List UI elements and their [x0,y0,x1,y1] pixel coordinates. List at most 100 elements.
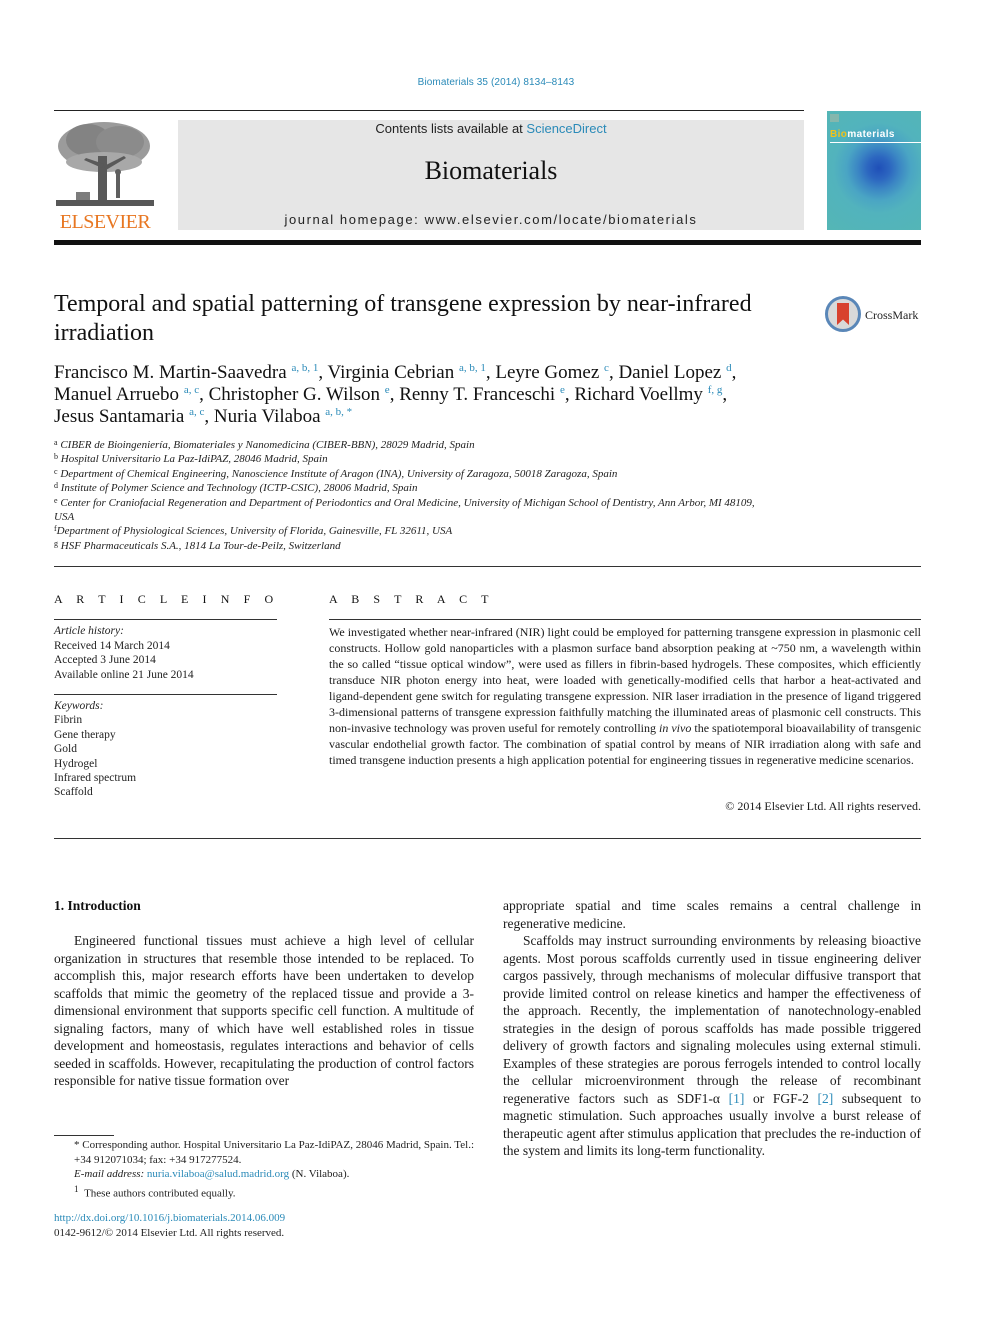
body-paragraph: appropriate spatial and time scales rema… [503,898,921,931]
keyword: Gold [54,743,77,756]
email-label: E-mail address: [74,1168,147,1180]
author-affiliation-marks[interactable]: a, b, 1 [459,362,486,374]
body-column-right: appropriate spatial and time scales rema… [503,897,921,1160]
article-history: Article history: Received 14 March 2014 … [54,624,277,682]
equal-contribution-text: These authors contributed equally. [84,1187,236,1200]
author[interactable]: Renny T. Franceschi e [399,384,565,405]
author-affiliation-marks[interactable]: d [726,362,732,374]
author[interactable]: Francisco M. Martin-Saavedra a, b, 1 [54,362,318,383]
elsevier-tree-icon [56,122,154,206]
author[interactable]: Virginia Cebrian a, b, 1 [328,362,486,383]
keyword: Fibrin [54,714,83,727]
journal-citation-link[interactable]: Biomaterials 35 (2014) 8134–8143 [0,77,992,88]
affiliation-key: g [54,538,58,548]
affiliation-key: d [54,481,58,491]
history-available-online: Available online 21 June 2014 [54,668,194,681]
journal-name: Biomaterials [424,156,558,185]
affiliation: e Center for Craniofacial Regeneration a… [54,496,774,525]
body-text-part: Scaffolds may instruct surrounding envir… [503,933,921,1106]
elsevier-wordmark: ELSEVIER [59,211,151,233]
author-name: Nuria Vilaboa [213,406,321,427]
author-list: Francisco M. Martin-Saavedra a, b, 1, Vi… [54,362,737,427]
elsevier-logo[interactable]: ELSEVIER [54,118,156,232]
affiliation-key: a [54,438,58,447]
affiliation-text: Department of Physiological Sciences, Un… [56,525,453,538]
crossmark-label: CrossMark [865,308,919,322]
header-thick-rule [54,240,921,245]
affiliation: fDepartment of Physiological Sciences, U… [54,524,774,538]
affiliation-text: Department of Chemical Engineering, Nano… [60,467,618,480]
keywords-label: Keywords: [54,700,104,712]
affiliation-text: Institute of Polymer Science and Technol… [60,482,418,495]
history-accepted: Accepted 3 June 2014 [54,654,156,666]
author-affiliation-marks[interactable]: a, c [184,384,199,396]
keywords: Keywords: Fibrin Gene therapy Gold Hydro… [54,699,277,800]
corresponding-author-note: * Corresponding author. Hospital Univers… [74,1139,474,1166]
author[interactable]: Christopher G. Wilson e [209,384,390,405]
contents-available-line: Contents lists available at ScienceDirec… [178,121,804,136]
footnotes: * Corresponding author. Hospital Univers… [54,1138,474,1201]
body-paragraph: Engineered functional tissues must achie… [54,933,474,1088]
article-info-heading: A R T I C L E I N F O [54,592,279,606]
author-name: Francisco M. Martin-Saavedra [54,362,287,383]
cover-publisher-badge-icon [830,114,839,122]
author[interactable]: Manuel Arruebo a, c [54,384,199,405]
body-paragraph: Scaffolds may instruct surrounding envir… [503,932,921,1160]
issn-copyright: 0142-9612/© 2014 Elsevier Ltd. All right… [54,1227,285,1239]
abstract-copyright: © 2014 Elsevier Ltd. All rights reserved… [725,799,921,813]
cover-title: Biomaterials [830,129,895,140]
affiliation: d Institute of Polymer Science and Techn… [54,481,774,495]
affiliation: b Hospital Universitario La Paz-IdiPAZ, … [54,452,774,466]
journal-header-box: Contents lists available at ScienceDirec… [178,120,804,230]
article-title: Temporal and spatial patterning of trans… [54,291,752,346]
affiliation-key: c [54,466,58,476]
author-name: Renny T. Franceschi [399,384,556,405]
author[interactable]: Daniel Lopez d [618,362,731,383]
footnote-rule [54,1135,114,1136]
contents-prefix: Contents lists available at [375,121,527,136]
author-name: Virginia Cebrian [327,362,455,383]
article-info-rule [54,619,277,620]
keyword: Gene therapy [54,728,116,741]
affiliation: c Department of Chemical Engineering, Na… [54,467,774,481]
equal-contribution-note: 1 These authors contributed equally. [54,1182,474,1201]
author-name: Richard Voellmy [574,384,703,405]
crossmark-ribbon-icon [837,303,849,325]
journal-cover-image[interactable]: Biomaterials [827,111,921,230]
abstract-text: We investigated whether near-infrared (N… [329,624,921,768]
header-top-rule [54,110,804,111]
author-affiliation-marks[interactable]: a, b, 1 [291,362,318,374]
author[interactable]: Nuria Vilaboa a, b, * [214,406,352,427]
abstract-italic-term: in vivo [659,721,692,735]
affiliation-text: Hospital Universitario La Paz-IdiPAZ, 28… [60,453,328,466]
reference-link[interactable]: [2] [818,1091,834,1106]
keyword: Hydrogel [54,757,98,770]
author-affiliation-marks[interactable]: a, b, * [325,406,352,418]
author[interactable]: Leyre Gomez c [495,362,609,383]
author-affiliation-marks[interactable]: f, g [708,384,723,396]
cover-title-suffix: materials [847,129,895,140]
cover-rule [830,142,921,143]
affiliation: g HSF Pharmaceuticals S.A., 1814 La Tour… [54,539,774,553]
crossmark-button[interactable]: CrossMark [825,296,925,336]
affiliations-divider [54,566,921,567]
abstract-text-part: We investigated whether near-infrared (N… [329,625,921,735]
author-affiliation-marks[interactable]: a, c [189,406,204,418]
affiliation-key: b [54,452,58,462]
author-affiliation-marks[interactable]: e [560,384,565,396]
crossmark-icon [825,296,861,332]
author-affiliation-marks[interactable]: c [604,362,609,374]
section-heading-introduction: 1. Introduction [54,898,141,913]
doi-link[interactable]: http://dx.doi.org/10.1016/j.biomaterials… [54,1211,285,1226]
cover-title-prefix: Bio [830,129,848,140]
author-affiliation-marks[interactable]: e [385,384,390,396]
email-link[interactable]: nuria.vilaboa@salud.madrid.org [147,1168,289,1180]
abstract-divider [54,838,921,839]
sciencedirect-link[interactable]: ScienceDirect [526,121,606,136]
author[interactable]: Jesus Santamaria a, c [54,406,204,427]
author[interactable]: Richard Voellmy f, g [574,384,722,405]
affiliation-text: Center for Craniofacial Regeneration and… [54,496,755,524]
reference-link[interactable]: [1] [729,1091,745,1106]
author-name: Christopher G. Wilson [208,384,381,405]
journal-homepage[interactable]: journal homepage: www.elsevier.com/locat… [178,212,804,227]
